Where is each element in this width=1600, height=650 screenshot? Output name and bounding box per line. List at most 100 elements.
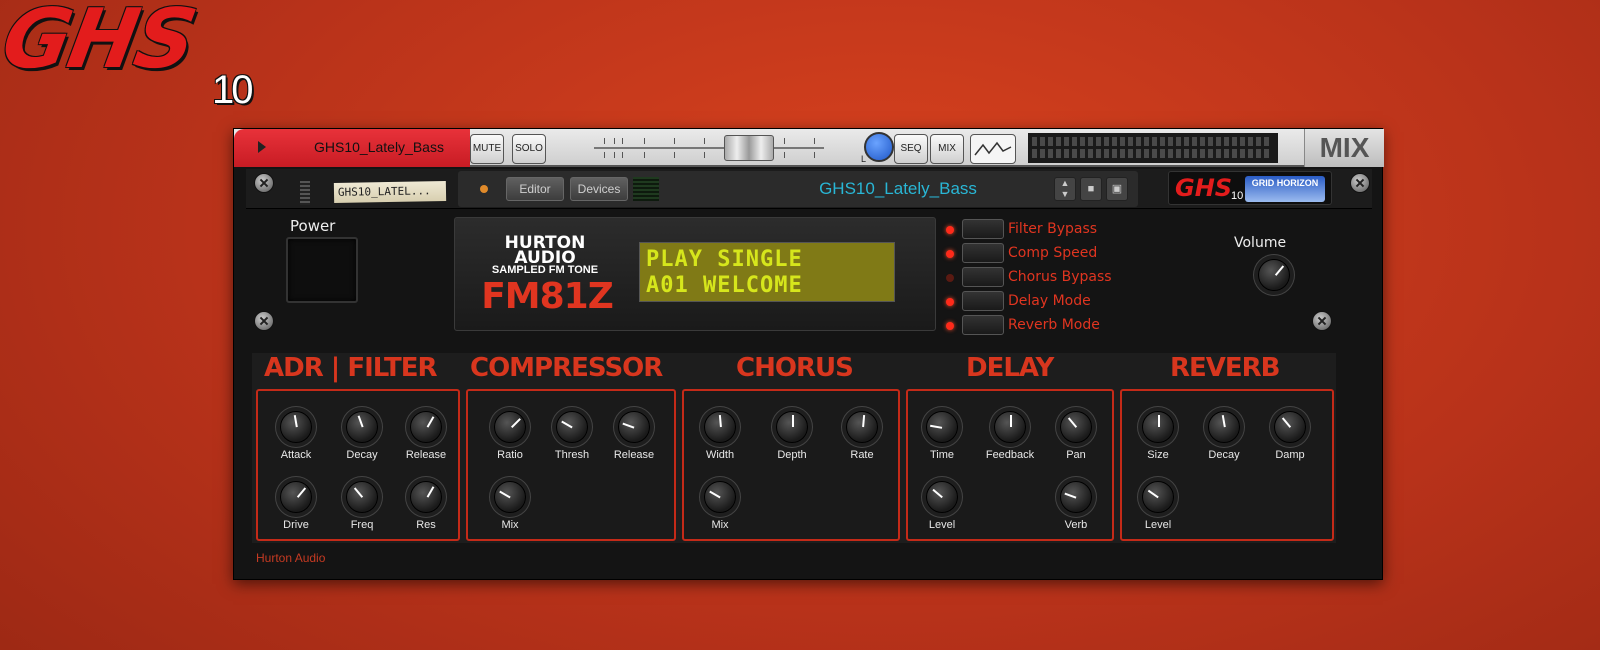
- section-title-compressor: COMPRESSOR: [470, 353, 663, 383]
- lcd-line-2: A01 WELCOME: [646, 273, 803, 298]
- play-arrow-icon[interactable]: [258, 141, 266, 153]
- power-button[interactable]: [286, 237, 358, 303]
- save-icon[interactable]: ▣: [1106, 177, 1128, 201]
- ghs-logo: GHS 10: [0, 0, 260, 115]
- mute-button[interactable]: MUTE: [470, 134, 504, 164]
- knob-label: Damp: [1275, 449, 1305, 461]
- comp-release-knob[interactable]: [618, 411, 650, 443]
- patch-browser: Editor Devices GHS10_Lately_Bass ▲ ▼ ■ ▣: [458, 171, 1138, 207]
- thresh-knob[interactable]: [556, 411, 588, 443]
- lcd-display-panel: HURTON AUDIO SAMPLED FM TONE FM81Z PLAY …: [454, 217, 936, 331]
- track-name-tab[interactable]: GHS10_Lately_Bass: [234, 129, 470, 167]
- knob-label: Pan: [1066, 449, 1086, 461]
- logo-subtext: 10: [212, 68, 253, 112]
- size-knob[interactable]: [1142, 411, 1174, 443]
- chorus-mix-knob[interactable]: [704, 481, 736, 513]
- mode-label: Filter Bypass: [1008, 221, 1098, 237]
- delay-panel: Time Feedback Pan Level Verb: [906, 389, 1114, 541]
- volume-knob[interactable]: [1258, 259, 1290, 291]
- brand-tagline: SAMPLED FM TONE: [491, 264, 599, 276]
- grid-horizon-logo: GRID HORIZON: [1245, 176, 1325, 202]
- damp-knob[interactable]: [1274, 411, 1306, 443]
- reverb-decay-knob[interactable]: [1208, 411, 1240, 443]
- section-title-adr-filter: ADR | FILTER: [264, 353, 438, 383]
- knob-label: Mix: [711, 519, 729, 531]
- solo-button[interactable]: SOLO: [512, 134, 546, 164]
- volume-label: Volume: [1234, 235, 1287, 251]
- depth-knob[interactable]: [776, 411, 808, 443]
- ghs-badge: GHS 10 GRID HORIZON: [1168, 171, 1332, 205]
- logo-text: GHS: [0, 0, 202, 87]
- model-name: FM81Z: [481, 276, 614, 317]
- knob-label: Width: [705, 449, 735, 461]
- reverb-level-knob[interactable]: [1142, 481, 1174, 513]
- mixer-strip: GHS10_Lately_Bass MUTE SOLO L R SEQ MIX …: [234, 129, 1384, 167]
- chorus-panel: Width Depth Rate Mix: [682, 389, 900, 541]
- patch-name[interactable]: GHS10_Lately_Bass: [748, 179, 1048, 199]
- section-title-chorus: CHORUS: [736, 353, 854, 383]
- led-icon: [946, 226, 954, 234]
- ratio-knob[interactable]: [494, 411, 526, 443]
- footer-brand: Hurton Audio: [256, 551, 326, 565]
- attack-knob[interactable]: [280, 411, 312, 443]
- adr-filter-panel: Attack Decay Release Drive Freq Res: [256, 389, 460, 541]
- drive-knob[interactable]: [280, 481, 312, 513]
- led-icon: [946, 250, 954, 258]
- knob-label: Depth: [777, 449, 807, 461]
- mode-label: Delay Mode: [1008, 293, 1091, 309]
- mix-title[interactable]: MIX: [1304, 129, 1384, 167]
- time-knob[interactable]: [926, 411, 958, 443]
- mode-switch[interactable]: [962, 315, 1004, 335]
- width-knob[interactable]: [704, 411, 736, 443]
- devices-button[interactable]: Devices: [570, 177, 628, 201]
- mode-switch[interactable]: [962, 243, 1004, 263]
- level-meter: [1028, 133, 1278, 163]
- release-knob[interactable]: [410, 411, 442, 443]
- fold-handle[interactable]: [300, 181, 310, 205]
- verb-knob[interactable]: [1060, 481, 1092, 513]
- screw-icon: [1312, 311, 1332, 331]
- rate-knob[interactable]: [846, 411, 878, 443]
- device-header: GHS10_LATEL... Editor Devices GHS10_Late…: [246, 169, 1372, 209]
- device-name-tape[interactable]: GHS10_LATEL...: [333, 181, 447, 203]
- mode-label: Reverb Mode: [1008, 317, 1100, 333]
- comp-mix-knob[interactable]: [494, 481, 526, 513]
- knob-label: Res: [416, 519, 436, 531]
- seq-button[interactable]: SEQ: [894, 134, 928, 164]
- res-knob[interactable]: [410, 481, 442, 513]
- lcd-screen: PLAY SINGLE A01 WELCOME: [639, 242, 895, 302]
- volume-fader-handle[interactable]: [724, 135, 774, 161]
- track-name: GHS10_Lately_Bass: [314, 139, 444, 155]
- feedback-knob[interactable]: [994, 411, 1026, 443]
- mode-switch[interactable]: [962, 219, 1004, 239]
- activity-indicator: [633, 177, 659, 201]
- knob-label: Level: [928, 519, 956, 531]
- power-label: Power: [290, 217, 336, 235]
- delay-level-knob[interactable]: [926, 481, 958, 513]
- pan-knob[interactable]: [1060, 411, 1092, 443]
- mode-switch[interactable]: [962, 267, 1004, 287]
- folder-icon[interactable]: ■: [1080, 177, 1102, 201]
- effects-section: ADR | FILTER COMPRESSOR CHORUS DELAY REV…: [252, 353, 1336, 543]
- decay-knob[interactable]: [346, 411, 378, 443]
- brand-name: HURTON AUDIO: [504, 233, 586, 268]
- pan-knob[interactable]: [864, 132, 894, 162]
- screw-icon: [254, 311, 274, 331]
- mode-label: Chorus Bypass: [1008, 269, 1112, 285]
- knob-label: Verb: [1064, 519, 1088, 531]
- mode-switch[interactable]: [962, 291, 1004, 311]
- reverb-panel: Size Decay Damp Level: [1120, 389, 1334, 541]
- pan-left-label: L: [861, 154, 867, 164]
- screw-icon: [1350, 173, 1370, 193]
- knob-label: Rate: [850, 449, 874, 461]
- mix-button[interactable]: MIX: [930, 134, 964, 164]
- knob-label: Release: [613, 449, 655, 461]
- freq-knob[interactable]: [346, 481, 378, 513]
- automation-icon[interactable]: [970, 134, 1016, 164]
- status-dot-icon: [480, 185, 488, 193]
- screw-icon: [254, 173, 274, 193]
- section-title-reverb: REVERB: [1170, 353, 1281, 383]
- editor-button[interactable]: Editor: [506, 177, 564, 201]
- patch-up-down-icon[interactable]: ▲ ▼: [1054, 177, 1076, 201]
- section-title-delay: DELAY: [966, 353, 1054, 383]
